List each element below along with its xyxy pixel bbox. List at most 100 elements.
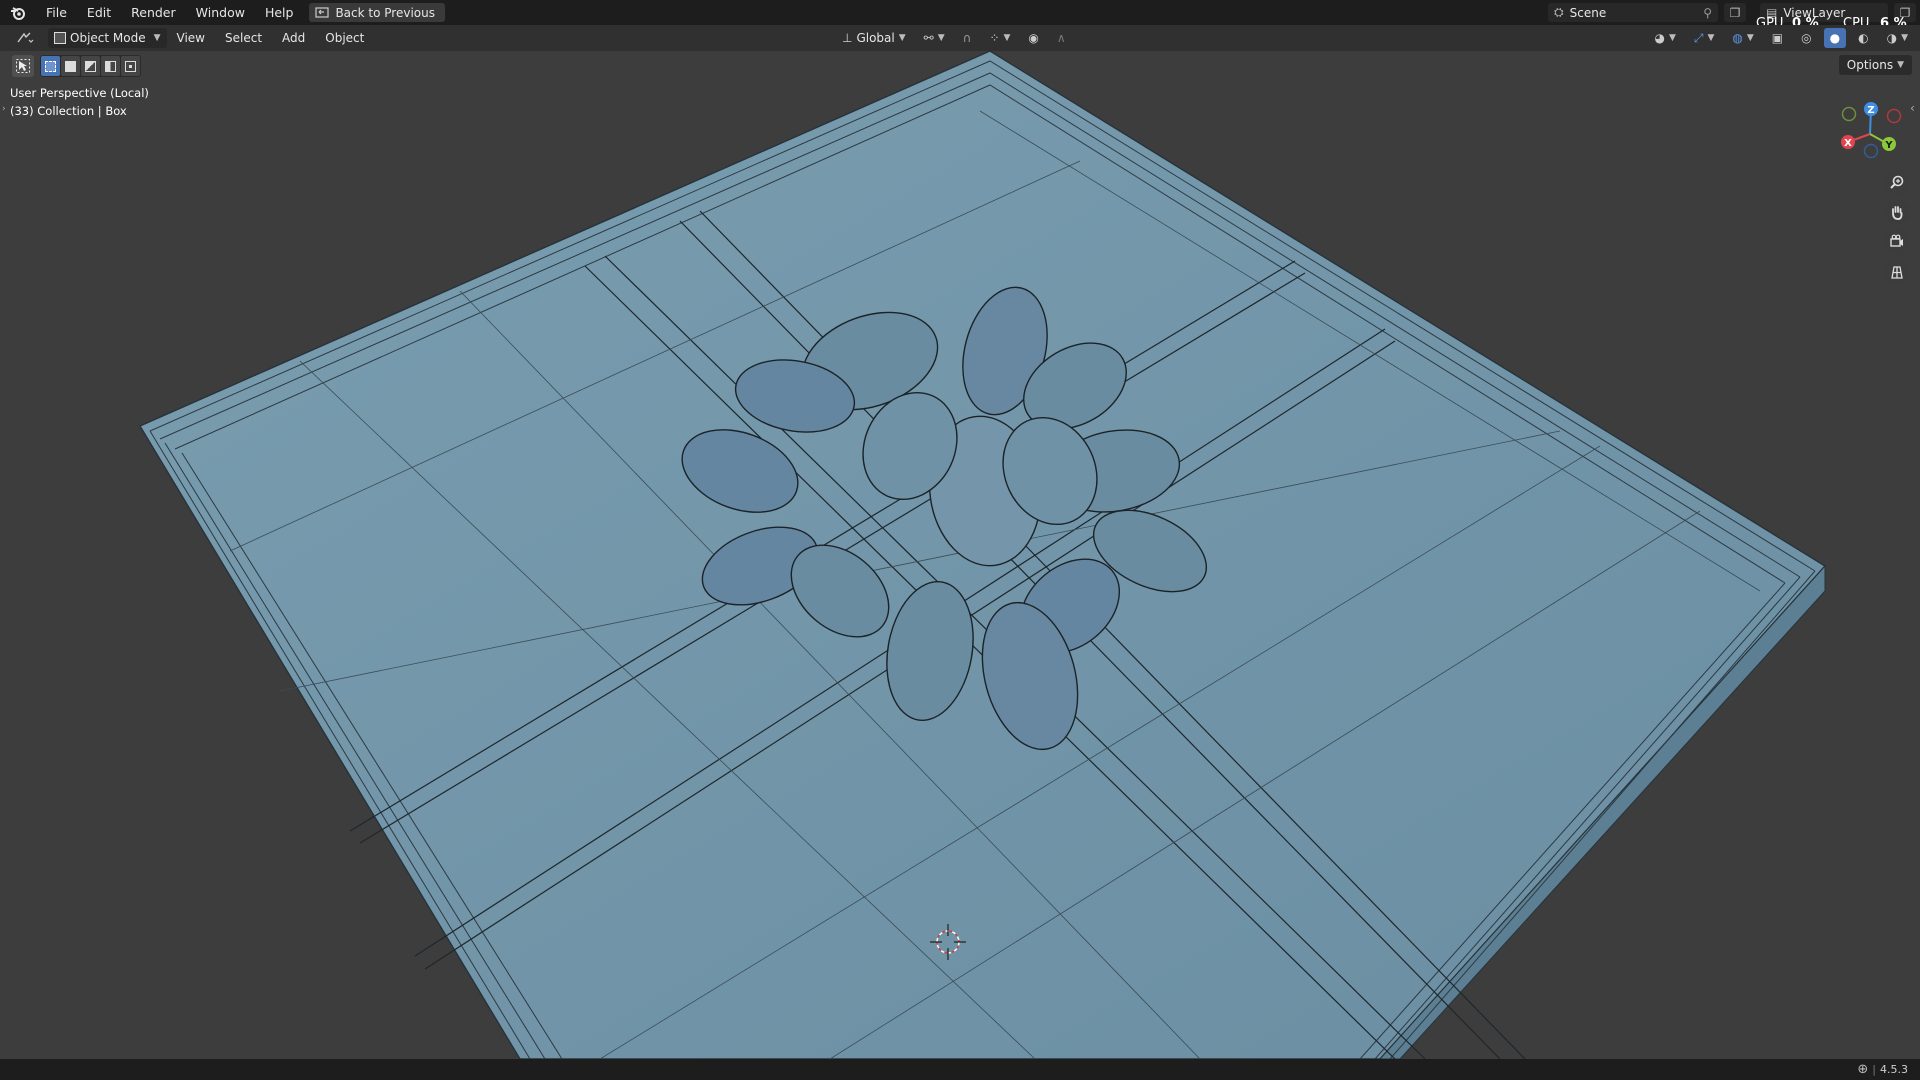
chevron-down-icon: ▼ bbox=[1003, 33, 1011, 43]
falloff-button[interactable]: ∧ bbox=[1051, 28, 1072, 48]
separator: | bbox=[1872, 1063, 1876, 1076]
gizmo-toggle[interactable]: ⤢ ▼ bbox=[1688, 28, 1721, 48]
scene-selector[interactable]: ⛭ Scene ⚲ bbox=[1548, 3, 1718, 22]
select-new-mode[interactable] bbox=[41, 56, 60, 76]
chevron-down-icon: ▼ bbox=[1897, 60, 1904, 70]
cursor-arrow-icon bbox=[16, 59, 30, 73]
magnet-icon: ∩ bbox=[962, 31, 972, 45]
object-mode-icon bbox=[54, 32, 66, 44]
shading-solid[interactable]: ● bbox=[1823, 28, 1847, 48]
pivot-icon: ⚯ bbox=[923, 31, 934, 45]
viewport-header: Object Mode ▼ View Select Add Object ⊥ G… bbox=[0, 25, 1920, 51]
chevron-down-icon: ▼ bbox=[1901, 33, 1908, 43]
grid-perspective-icon bbox=[1891, 266, 1903, 279]
snap-toggle[interactable]: ∩ bbox=[957, 28, 978, 48]
menu-object[interactable]: Object bbox=[315, 31, 374, 45]
chevron-down-icon: ▼ bbox=[1707, 33, 1715, 43]
menu-window[interactable]: Window bbox=[186, 0, 255, 25]
globe-icon[interactable]: ⊕ bbox=[1857, 1062, 1868, 1077]
falloff-curve-icon: ∧ bbox=[1056, 31, 1066, 45]
xray-toggle[interactable]: ▣ bbox=[1766, 28, 1789, 48]
options-label: Options bbox=[1846, 58, 1894, 72]
select-subtract-mode[interactable] bbox=[81, 56, 100, 76]
gizmo-neg-y-icon[interactable] bbox=[1841, 106, 1857, 122]
proportional-icon: ◉ bbox=[1028, 31, 1039, 45]
3d-viewport[interactable]: User Perspective (Local) › (33) Collecti… bbox=[0, 51, 1920, 1059]
menu-render[interactable]: Render bbox=[121, 0, 186, 25]
select-intersect-icon bbox=[125, 60, 136, 72]
rendered-sphere-icon: ◑ bbox=[1886, 31, 1898, 45]
back-to-previous-button[interactable]: Back to Previous bbox=[309, 3, 445, 22]
top-menu-bar: File Edit Render Window Help Back to Pre… bbox=[0, 0, 1920, 31]
options-dropdown[interactable]: Options ▼ bbox=[1838, 55, 1912, 75]
proportional-edit-toggle[interactable]: ◉ bbox=[1022, 28, 1044, 48]
editor-type-button[interactable] bbox=[10, 28, 40, 48]
back-screen-icon bbox=[315, 6, 330, 18]
gift-box-model[interactable] bbox=[0, 51, 1920, 1059]
collection-text: (33) Collection | Box bbox=[10, 104, 127, 118]
visibility-button[interactable]: ◕ ▼ bbox=[1648, 28, 1681, 48]
expand-arrow-icon[interactable]: › bbox=[2, 104, 6, 114]
status-bar: ⊕ | 4.5.3 bbox=[0, 1059, 1920, 1080]
shading-material[interactable]: ◐ bbox=[1852, 28, 1874, 48]
chevron-down-icon: ▼ bbox=[1668, 33, 1676, 43]
gizmo-x-label: X bbox=[1844, 138, 1852, 149]
eye-icon: ◕ bbox=[1654, 31, 1665, 45]
blender-version: 4.5.3 bbox=[1880, 1063, 1908, 1076]
gizmo-icon: ⤢ bbox=[1693, 30, 1704, 45]
select-subtract-icon bbox=[85, 60, 96, 72]
menu-select[interactable]: Select bbox=[215, 31, 272, 45]
collapse-sidebar-arrow-icon[interactable]: ‹ bbox=[1910, 101, 1915, 115]
navigation-gizmo[interactable]: Z X Y bbox=[1830, 96, 1910, 166]
gizmo-neg-x-icon[interactable] bbox=[1886, 108, 1902, 124]
zoom-button[interactable] bbox=[1884, 169, 1910, 195]
blender-logo-icon[interactable] bbox=[0, 0, 36, 25]
grid-snap-icon: ⁘ bbox=[989, 31, 1000, 45]
shading-rendered[interactable]: ◑ ▼ bbox=[1881, 28, 1914, 48]
menu-edit[interactable]: Edit bbox=[77, 0, 121, 25]
scene-name: Scene bbox=[1569, 5, 1607, 20]
viewport-collection-label: › (33) Collection | Box bbox=[2, 104, 127, 118]
chevron-down-icon: ▼ bbox=[937, 33, 945, 43]
magnifier-icon bbox=[1890, 175, 1904, 189]
solid-sphere-icon: ● bbox=[1829, 31, 1841, 45]
menu-file[interactable]: File bbox=[36, 0, 77, 25]
orientation-axes-icon: ⊥ bbox=[842, 31, 853, 45]
back-to-previous-label: Back to Previous bbox=[335, 5, 435, 20]
wireframe-sphere-icon: ◎ bbox=[1801, 31, 1812, 45]
editor-type-icon bbox=[17, 32, 34, 43]
overlays-toggle[interactable]: ◍ ▼ bbox=[1726, 28, 1759, 48]
pan-button[interactable] bbox=[1884, 199, 1910, 225]
chevron-down-icon: ▼ bbox=[153, 33, 161, 43]
select-invert-icon bbox=[105, 60, 116, 72]
pin-icon[interactable]: ⚲ bbox=[1703, 6, 1712, 20]
shading-wireframe[interactable]: ◎ bbox=[1795, 28, 1817, 48]
copy-icon: ❐ bbox=[1729, 5, 1741, 20]
mode-label: Object Mode bbox=[70, 31, 146, 45]
snap-target-button[interactable]: ⁘ ▼ bbox=[983, 28, 1016, 48]
menu-add[interactable]: Add bbox=[272, 31, 315, 45]
orientation-label: Global bbox=[856, 31, 895, 45]
camera-icon bbox=[1890, 234, 1903, 247]
hand-icon bbox=[1892, 206, 1903, 220]
material-sphere-icon: ◐ bbox=[1858, 31, 1869, 45]
camera-view-button[interactable] bbox=[1884, 229, 1910, 255]
menu-view[interactable]: View bbox=[167, 31, 215, 45]
viewport-perspective-label: User Perspective (Local) bbox=[10, 86, 149, 100]
mode-selector[interactable]: Object Mode ▼ bbox=[48, 28, 167, 48]
select-tool-button[interactable] bbox=[12, 55, 34, 77]
gizmo-neg-z-icon[interactable] bbox=[1863, 143, 1879, 159]
pivot-point-button[interactable]: ⚯ ▼ bbox=[918, 28, 951, 48]
transform-orientation-selector[interactable]: ⊥ Global ▼ bbox=[836, 28, 912, 48]
select-intersect-mode[interactable] bbox=[121, 56, 140, 76]
select-extend-mode[interactable] bbox=[61, 56, 80, 76]
select-invert-mode[interactable] bbox=[101, 56, 120, 76]
select-extend-icon bbox=[65, 60, 76, 72]
selection-mode-group bbox=[40, 55, 141, 77]
overlays-icon: ◍ bbox=[1732, 31, 1743, 45]
xray-icon: ▣ bbox=[1771, 31, 1784, 45]
perspective-toggle-button[interactable] bbox=[1884, 259, 1910, 285]
menu-help[interactable]: Help bbox=[255, 0, 304, 25]
new-scene-button[interactable]: ❐ bbox=[1724, 3, 1746, 22]
scene-icon: ⛭ bbox=[1554, 5, 1564, 19]
